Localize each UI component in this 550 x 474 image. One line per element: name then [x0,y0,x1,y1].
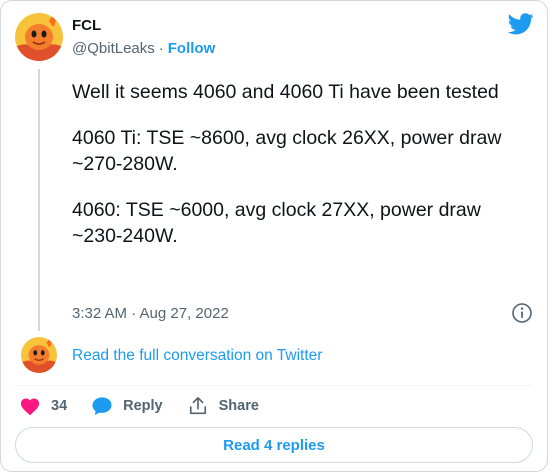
read-conversation-link[interactable]: Read the full conversation on Twitter [72,346,322,366]
author-name[interactable]: FCL [72,16,101,36]
follow-link[interactable]: Follow [168,40,216,57]
tweet-timestamp[interactable]: 3:32 AM · Aug 27, 2022 [72,304,229,324]
tweet-embed-card: FCL @QbitLeaks · Follow Well it seems 4060… [0,0,548,472]
like-button[interactable]: 34 [19,396,67,416]
author-handle-row: @QbitLeaks · Follow [72,39,215,59]
author-handle[interactable]: @QbitLeaks [72,40,155,57]
info-icon[interactable] [511,302,533,324]
thread-line [38,69,40,331]
tweet-text: Well it seems 4060 and 4060 Ti have been… [72,79,532,269]
share-label: Share [218,398,259,414]
author-avatar[interactable] [15,13,63,61]
reply-label: Reply [123,398,163,414]
separator-dot: · [158,40,164,57]
tweet-paragraph: Well it seems 4060 and 4060 Ti have been… [72,81,499,103]
share-button[interactable]: Share [187,396,259,416]
share-icon [189,397,206,415]
twitter-bird-icon[interactable] [508,13,534,35]
conversation-avatar[interactable] [21,337,57,373]
read-replies-button[interactable]: Read 4 replies [15,427,533,463]
like-count: 34 [51,398,68,414]
heart-icon [20,398,40,416]
tweet-paragraph: 4060 Ti: TSE ~8600, avg clock 26XX, powe… [72,127,502,175]
tweet-paragraph: 4060: TSE ~6000, avg clock 27XX, power d… [72,199,481,247]
reply-button[interactable]: Reply [91,396,163,416]
speech-bubble-icon [92,397,112,416]
tweet-actions: 34 Reply Share [19,395,283,417]
divider [15,385,533,386]
